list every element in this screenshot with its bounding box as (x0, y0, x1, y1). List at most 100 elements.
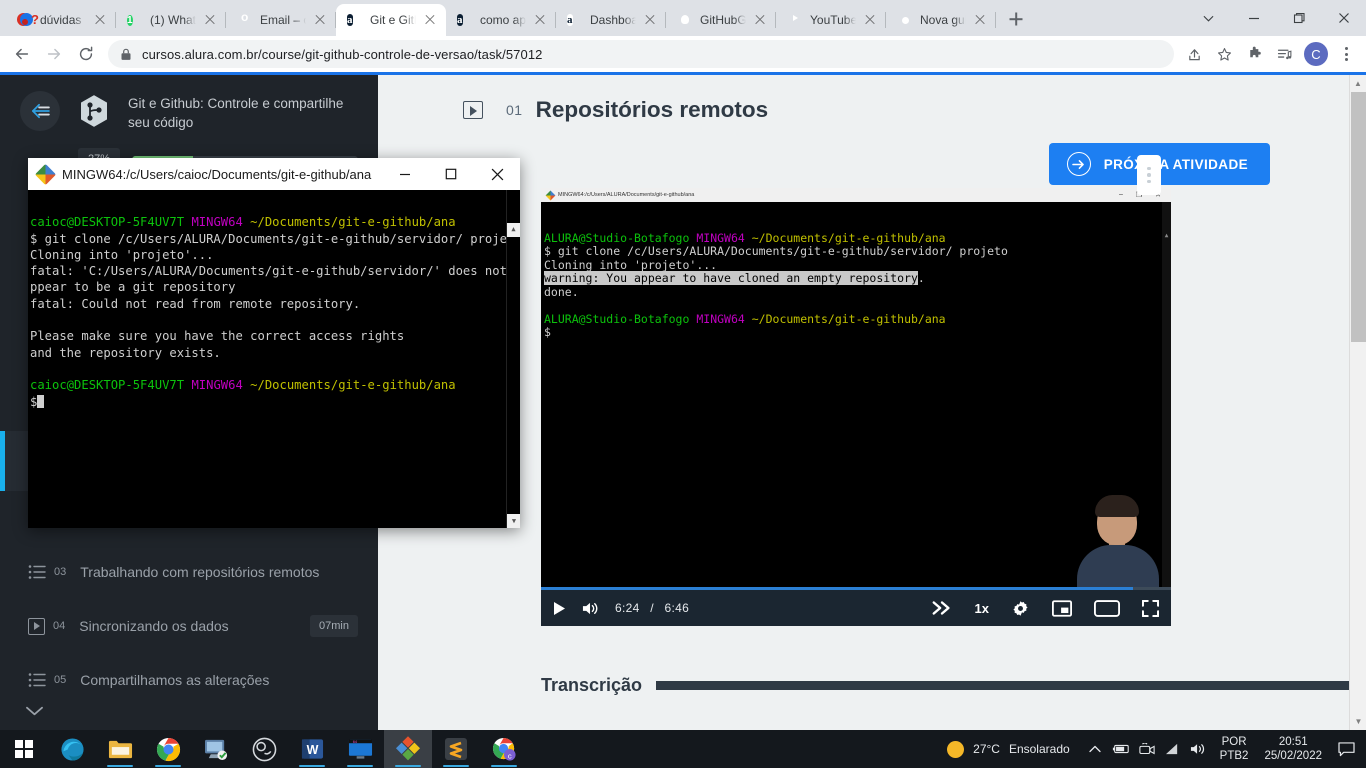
browser-tab-5[interactable]: a Dashboard (556, 4, 666, 36)
video-progress-bar[interactable] (541, 587, 1171, 590)
browser-tab-1[interactable]: 1 (1) WhatsA (116, 4, 226, 36)
taskbar-microsoft-word-icon[interactable]: W (288, 730, 336, 768)
url-text: cursos.alura.com.br/course/git-github-co… (142, 46, 543, 62)
video-current-time: 6:24 (615, 601, 640, 615)
browser-tab-2[interactable]: Email – cai (226, 4, 336, 36)
taskbar-file-explorer-icon[interactable] (96, 730, 144, 768)
bookmark-star-icon[interactable] (1210, 40, 1238, 68)
sidebar-item-sincronizando-dados[interactable]: 04 Sincronizando os dados 07min (0, 599, 378, 653)
tab-close-icon[interactable] (643, 13, 657, 27)
terminal-output[interactable]: caioc@DESKTOP-5F4UV7T MINGW64 ~/Document… (28, 190, 520, 528)
sun-icon (947, 740, 965, 758)
fullscreen-icon[interactable] (1142, 599, 1159, 617)
browser-tab-0[interactable]: ? dúvidas (6, 4, 116, 36)
language-indicator[interactable]: POR PTB2 (1212, 735, 1257, 763)
restore-icon[interactable] (1276, 2, 1321, 34)
gear-icon[interactable] (1011, 599, 1030, 618)
picture-in-picture-icon[interactable] (1052, 599, 1072, 617)
browser-tab-6[interactable]: GitHubGer (666, 4, 776, 36)
tab-close-icon[interactable] (973, 13, 987, 27)
forward-button[interactable] (40, 40, 68, 68)
new-tab-button[interactable] (1002, 5, 1030, 33)
tab-search-chevron-icon[interactable] (1186, 2, 1231, 34)
terminal-title-bar[interactable]: MINGW64:/c/Users/caioc/Documents/git-e-g… (28, 158, 520, 190)
wifi-icon[interactable] (1160, 730, 1186, 768)
scroll-down-arrow-icon[interactable]: ▼ (507, 514, 520, 528)
playback-speed-button[interactable]: 1x (975, 601, 989, 616)
terminal-cursor (37, 394, 45, 408)
share-icon[interactable] (1180, 40, 1208, 68)
tab-label: Email – cai (260, 13, 306, 27)
tab-label: como apag (480, 13, 526, 27)
extensions-puzzle-icon[interactable] (1240, 40, 1268, 68)
video-controls-bar: 6:24 / 6:46 1x (541, 587, 1171, 626)
scroll-up-arrow-icon[interactable]: ▲ (1350, 75, 1366, 92)
browser-tab-4[interactable]: a como apag (446, 4, 556, 36)
reading-list-icon[interactable] (1270, 40, 1298, 68)
volume-button[interactable] (582, 601, 599, 616)
sidebar-scroll-down-chevron-icon[interactable] (26, 706, 43, 716)
play-button[interactable] (553, 601, 566, 616)
maximize-button[interactable] (428, 158, 474, 190)
sidebar-back-button[interactable] (20, 91, 60, 131)
alura-favicon: a (347, 14, 353, 26)
profile-avatar[interactable]: C (1304, 42, 1328, 66)
back-button[interactable] (8, 40, 36, 68)
volume-icon[interactable] (1186, 730, 1212, 768)
youtube-favicon (787, 12, 803, 28)
sidebar-item-trabalhando-repositorios[interactable]: 03 Trabalhando com repositórios remotos (0, 545, 378, 599)
terminal-window-buttons (382, 158, 520, 190)
address-bar[interactable]: cursos.alura.com.br/course/git-github-co… (108, 40, 1174, 68)
scroll-down-arrow-icon[interactable]: ▼ (1350, 713, 1366, 730)
mingw-terminal-window[interactable]: MINGW64:/c/Users/caioc/Documents/git-e-g… (28, 158, 520, 528)
page-scrollbar[interactable]: ▲ ▼ (1349, 75, 1366, 730)
taskbar-remote-desktop-icon[interactable] (192, 730, 240, 768)
lesson-number: 04 (53, 620, 66, 632)
browser-tab-3-active[interactable]: a Git e Githu (336, 4, 446, 36)
browser-tab-bar: ? dúvidas 1 (1) WhatsA Email – cai a Git… (0, 0, 1366, 36)
lesson-main: 01 Repositórios remotos PRÓXIMA ATIVIDAD… (378, 75, 1366, 730)
close-icon[interactable] (1321, 2, 1366, 34)
windows-start-icon[interactable] (0, 730, 48, 768)
tab-close-icon[interactable] (93, 13, 107, 27)
taskbar-google-chrome-icon[interactable] (144, 730, 192, 768)
scroll-up-arrow-icon[interactable]: ▲ (507, 222, 520, 237)
chrome-menu-icon[interactable] (1334, 40, 1358, 68)
minimize-button[interactable] (382, 158, 428, 190)
weather-widget[interactable]: 27°C Ensolarado (947, 740, 1082, 758)
tab-close-icon[interactable] (533, 13, 547, 27)
show-hidden-icons-chevron-icon[interactable] (1082, 730, 1108, 768)
notifications-icon[interactable] (1330, 730, 1362, 768)
tab-close-icon[interactable] (863, 13, 877, 27)
tab-label: Git e Githu (370, 13, 416, 27)
taskbar-obs-studio-icon[interactable] (240, 730, 288, 768)
sidebar-header: Git e Github: Controle e compartilhe seu… (0, 75, 378, 132)
battery-icon[interactable] (1108, 730, 1134, 768)
browser-tab-7[interactable]: YouTube (776, 4, 886, 36)
reload-button[interactable] (72, 40, 100, 68)
close-button[interactable] (474, 158, 520, 190)
browser-tab-8[interactable]: Nova guia (886, 4, 996, 36)
taskbar-sublime-text-icon[interactable] (432, 730, 480, 768)
video-right-controls: 1x (931, 599, 1159, 618)
theater-mode-icon[interactable] (1094, 599, 1120, 617)
tab-close-icon[interactable] (313, 13, 327, 27)
camera-icon[interactable] (1134, 730, 1160, 768)
tab-close-icon[interactable] (753, 13, 767, 27)
fast-forward-icon[interactable] (931, 600, 953, 616)
tab-close-icon[interactable] (423, 13, 437, 27)
mingw-icon (34, 163, 57, 185)
more-options-icon[interactable] (1137, 155, 1161, 195)
taskbar-chrome-profile-icon[interactable]: c (480, 730, 528, 768)
taskbar-git-bash-icon[interactable] (384, 730, 432, 768)
sidebar-item-compartilhamos-alteracoes[interactable]: 05 Compartilhamos as alterações (0, 653, 378, 707)
video-player[interactable]: MINGW64:/c/Users/ALURA/Documents/git-e-g… (541, 155, 1171, 626)
tab-close-icon[interactable] (203, 13, 217, 27)
minimize-icon[interactable] (1231, 2, 1276, 34)
toolbar-icons: C (1180, 40, 1358, 68)
terminal-scrollbar[interactable]: ▲ ▼ (506, 190, 520, 528)
taskbar-display-app-icon[interactable]: 64 (336, 730, 384, 768)
taskbar-microsoft-edge-icon[interactable] (48, 730, 96, 768)
taskbar-clock[interactable]: 20:51 25/02/2022 (1256, 735, 1330, 763)
scrollbar-thumb[interactable] (1351, 92, 1366, 342)
